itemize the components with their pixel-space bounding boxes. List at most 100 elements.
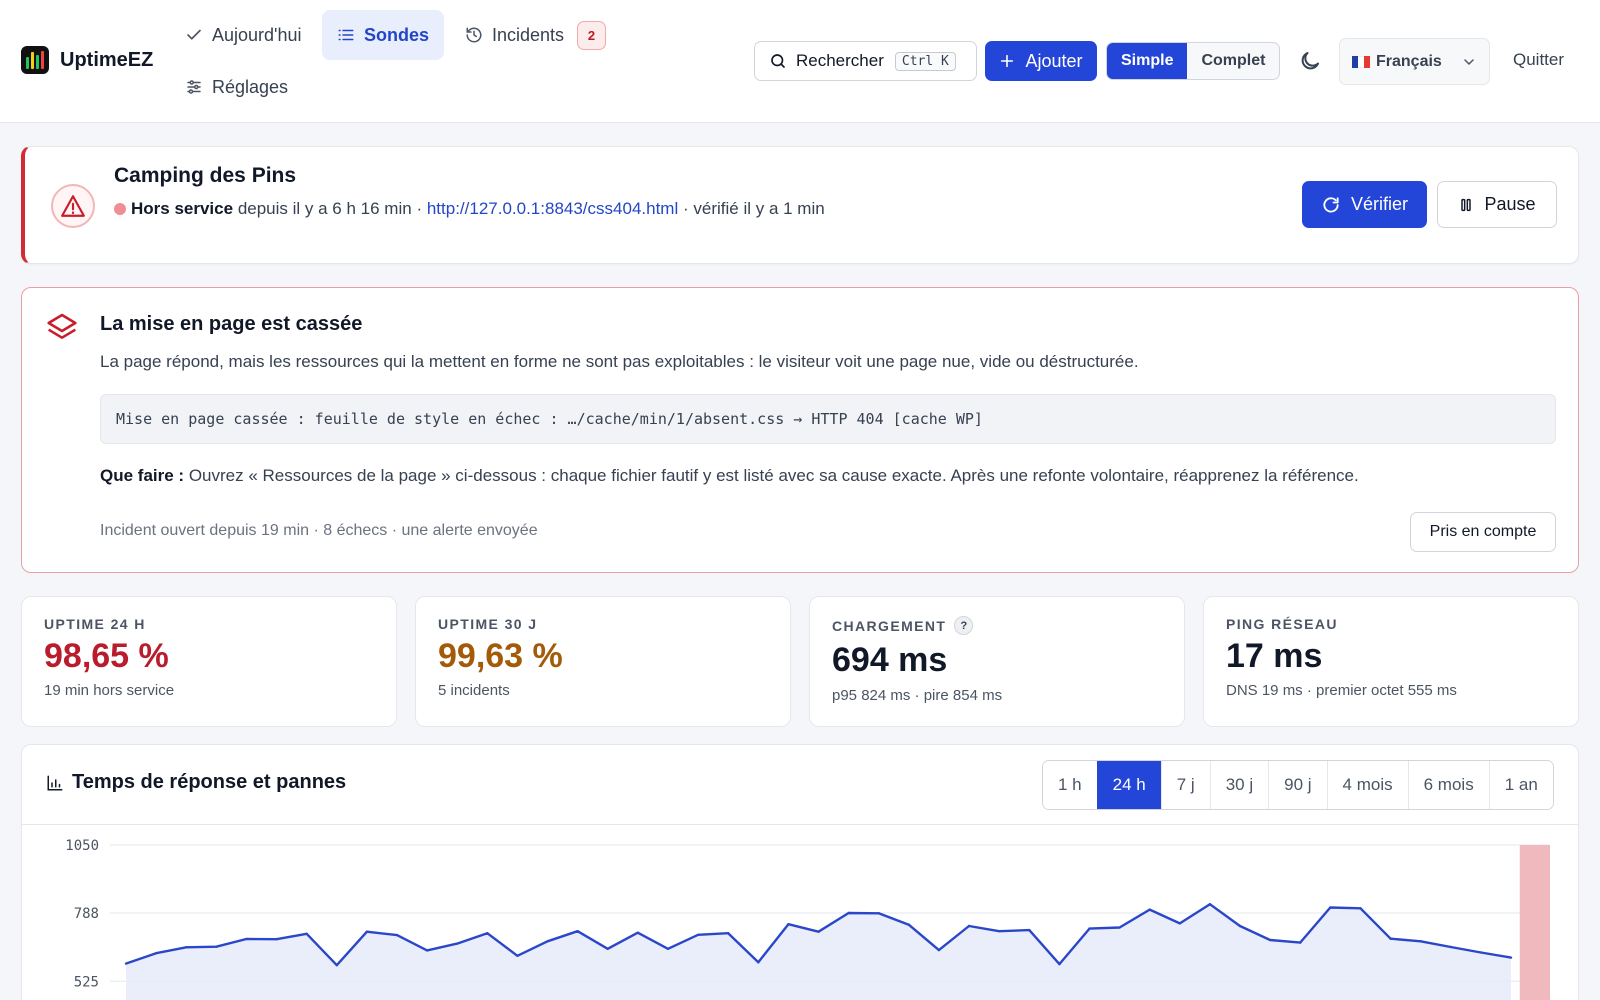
- metric-value: 17 ms: [1226, 637, 1323, 675]
- data-point[interactable]: [1148, 908, 1151, 911]
- nav-probes[interactable]: Sondes: [322, 10, 445, 60]
- add-probe-button[interactable]: Ajouter: [985, 41, 1097, 81]
- range-24h[interactable]: 24 h: [1096, 761, 1161, 809]
- data-point[interactable]: [335, 963, 338, 967]
- nav-today[interactable]: Aujourd'hui: [170, 10, 317, 60]
- acknowledge-button[interactable]: Pris en compte: [1410, 512, 1556, 552]
- range-1h[interactable]: 1 h: [1043, 761, 1097, 809]
- time-range-selector: 1 h 24 h 7 j 30 j 90 j 4 mois 6 mois 1 a…: [1042, 760, 1554, 810]
- data-point[interactable]: [215, 945, 218, 948]
- data-point[interactable]: [395, 933, 399, 937]
- data-point[interactable]: [1028, 928, 1031, 932]
- data-point[interactable]: [757, 961, 760, 964]
- bar-chart-icon: [47, 775, 63, 790]
- data-point[interactable]: [245, 937, 248, 941]
- data-point[interactable]: [1208, 902, 1212, 906]
- data-point[interactable]: [425, 949, 429, 952]
- incidents-count-badge: 2: [577, 20, 607, 50]
- help-icon[interactable]: ?: [954, 616, 974, 635]
- data-point[interactable]: [726, 932, 730, 935]
- data-point[interactable]: [606, 947, 609, 951]
- status-dot: [114, 203, 126, 215]
- chart-title: Temps de réponse et pannes: [72, 771, 347, 793]
- monitor-url-link[interactable]: http://127.0.0.1:8843/css404.html: [427, 199, 678, 218]
- data-point[interactable]: [907, 923, 911, 926]
- metric-network-ping: PING RÉSEAU 17 ms DNS 19 ms · premier oc…: [1203, 596, 1579, 727]
- data-point[interactable]: [124, 962, 128, 965]
- search-shortcut: Ctrl K: [894, 51, 956, 71]
- data-point[interactable]: [1118, 926, 1121, 929]
- data-point[interactable]: [1299, 941, 1302, 944]
- quit-link[interactable]: Quitter: [1513, 50, 1564, 70]
- app-name: UptimeEZ: [60, 48, 154, 71]
- y-tick-label: 525: [74, 974, 99, 990]
- data-point[interactable]: [666, 947, 670, 951]
- data-point[interactable]: [1389, 937, 1392, 940]
- moon-icon[interactable]: [1298, 49, 1322, 73]
- data-point[interactable]: [275, 938, 278, 941]
- chevron-down-icon: [1464, 58, 1474, 65]
- list-icon: [338, 29, 354, 41]
- metric-uptime-30d: UPTIME 30 J 99,63 % 5 incidents: [415, 596, 791, 727]
- incident-detail: Mise en page cassée : feuille de style e…: [100, 394, 1556, 444]
- data-point[interactable]: [1178, 922, 1182, 925]
- data-point[interactable]: [636, 931, 640, 934]
- data-point[interactable]: [937, 948, 941, 952]
- data-point[interactable]: [877, 912, 880, 915]
- app-logo[interactable]: UptimeEZ: [21, 46, 153, 74]
- data-point[interactable]: [576, 929, 579, 933]
- status-state: Hors service: [131, 199, 234, 218]
- data-point[interactable]: [696, 933, 700, 937]
- verify-button[interactable]: Vérifier: [1302, 181, 1427, 228]
- layers-icon: [47, 313, 77, 339]
- nav-settings[interactable]: Réglages: [170, 62, 303, 112]
- data-point[interactable]: [1359, 907, 1362, 910]
- data-point[interactable]: [1329, 906, 1332, 909]
- data-point[interactable]: [365, 930, 369, 933]
- data-point[interactable]: [1088, 927, 1091, 930]
- france-flag-icon: [1352, 55, 1370, 68]
- data-point[interactable]: [1058, 962, 1061, 966]
- pause-button[interactable]: Pause: [1437, 181, 1557, 228]
- range-1y[interactable]: 1 an: [1488, 761, 1553, 809]
- mode-complete[interactable]: Complet: [1187, 43, 1279, 79]
- y-tick-label: 1050: [65, 838, 99, 854]
- data-point[interactable]: [154, 952, 158, 955]
- data-point[interactable]: [546, 940, 549, 943]
- metric-uptime-24h: UPTIME 24 H 98,65 % 19 min hors service: [21, 596, 397, 727]
- language-select[interactable]: Français: [1339, 38, 1490, 85]
- data-point[interactable]: [305, 932, 308, 935]
- data-point[interactable]: [817, 930, 820, 933]
- range-90d[interactable]: 90 j: [1268, 761, 1327, 809]
- range-6m[interactable]: 6 mois: [1407, 761, 1489, 809]
- data-point[interactable]: [185, 946, 188, 949]
- range-30d[interactable]: 30 j: [1209, 761, 1269, 809]
- data-point[interactable]: [455, 942, 459, 945]
- search-button[interactable]: Rechercher Ctrl K: [754, 41, 977, 81]
- plus-icon: [1001, 54, 1014, 68]
- warning-triangle-icon: [61, 195, 85, 217]
- range-7d[interactable]: 7 j: [1160, 761, 1210, 809]
- data-point[interactable]: [1479, 951, 1483, 954]
- chart-header: Temps de réponse et pannes 1 h 24 h 7 j …: [22, 745, 1578, 825]
- incident-card: La mise en page est cassée La page répon…: [21, 287, 1579, 573]
- data-point[interactable]: [1449, 945, 1452, 949]
- range-4m[interactable]: 4 mois: [1326, 761, 1408, 809]
- nav-incidents[interactable]: Incidents 2: [450, 10, 621, 60]
- mode-simple[interactable]: Simple: [1107, 43, 1188, 79]
- data-point[interactable]: [1238, 924, 1242, 928]
- data-point[interactable]: [967, 924, 971, 928]
- data-point[interactable]: [1509, 956, 1513, 959]
- outage-band[interactable]: [1519, 845, 1550, 1000]
- data-point[interactable]: [847, 911, 850, 915]
- data-point[interactable]: [1419, 940, 1422, 943]
- view-mode-toggle: Simple Complet: [1106, 42, 1281, 80]
- data-point[interactable]: [997, 929, 1001, 933]
- data-point[interactable]: [486, 932, 489, 935]
- data-point[interactable]: [1268, 938, 1272, 942]
- data-point[interactable]: [787, 922, 790, 926]
- top-bar: UptimeEZ Aujourd'hui Sondes Incidents 2 …: [0, 0, 1600, 123]
- metric-value: 98,65 %: [44, 637, 169, 675]
- metric-load-time: CHARGEMENT? 694 ms p95 824 ms · pire 854…: [809, 596, 1185, 727]
- data-point[interactable]: [516, 954, 519, 958]
